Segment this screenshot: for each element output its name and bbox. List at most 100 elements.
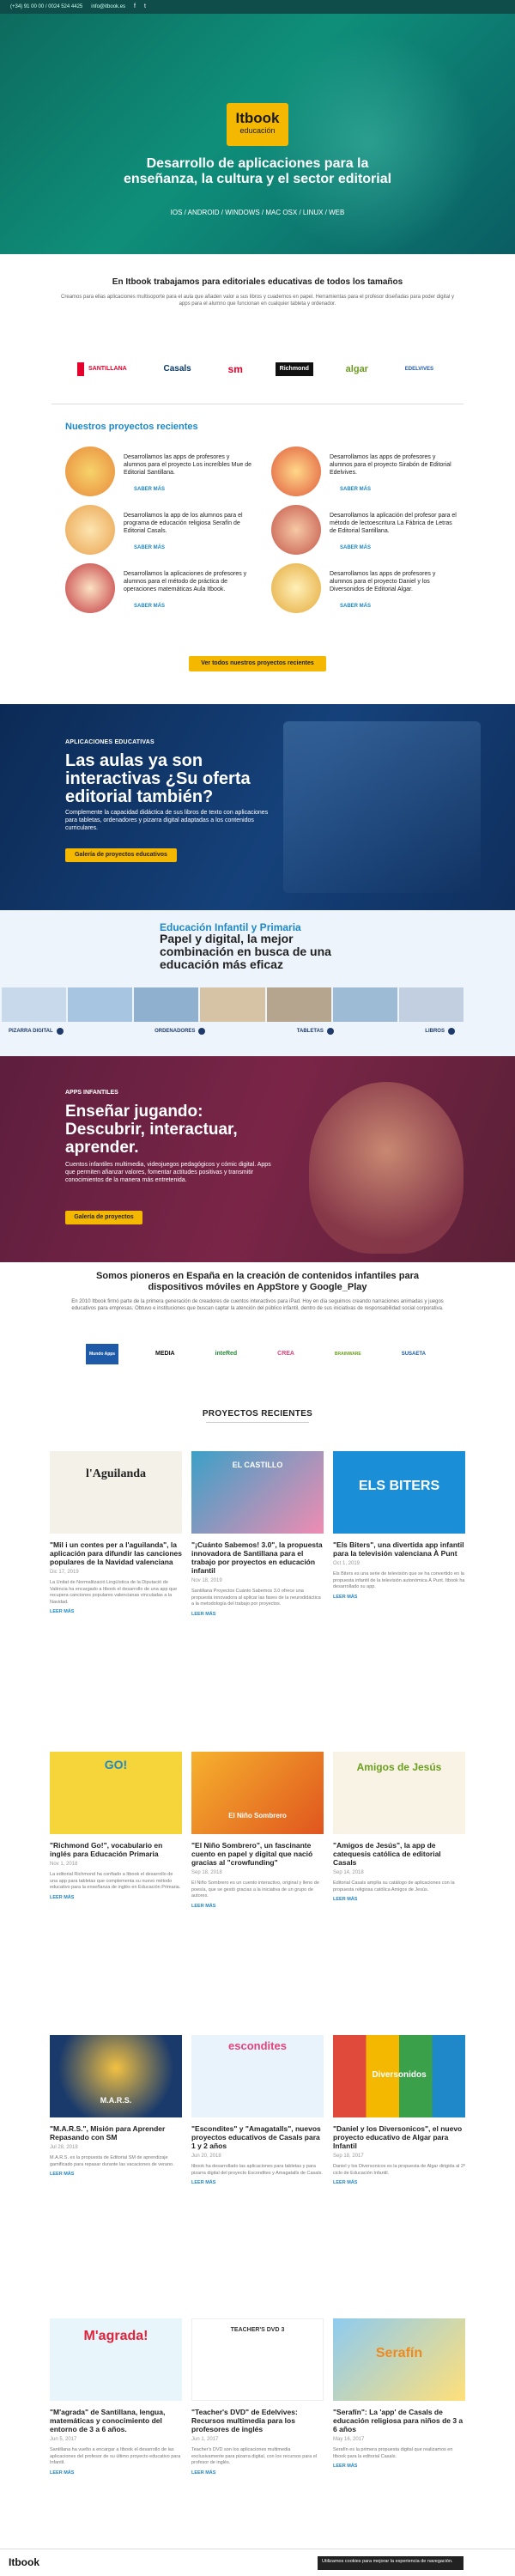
project-excerpt: Teacher's DVD son los aplicaciones multi…: [191, 2447, 318, 2466]
project-date: Sep 18, 2018: [191, 1870, 222, 1875]
project-excerpt: Editorial Casals amplía su catálogo de a…: [333, 1880, 455, 1893]
logo-word: Itbook: [235, 110, 280, 126]
saber-mas-link[interactable]: SABER MÁS: [340, 544, 371, 551]
leer-mas-link[interactable]: LEER MÁS: [50, 2470, 182, 2476]
project-card[interactable]: GO! "Richmond Go!", vocabulario en inglé…: [50, 1752, 182, 1901]
leer-mas-link[interactable]: LEER MÁS: [191, 2180, 324, 2186]
facebook-icon[interactable]: f: [134, 3, 136, 10]
leer-mas-link[interactable]: LEER MÁS: [333, 1595, 465, 1601]
project-title[interactable]: "Serafín": La 'app' de Casals de educaci…: [333, 2408, 465, 2433]
saber-mas-link[interactable]: SABER MÁS: [134, 603, 165, 610]
project-card[interactable]: El Niño Sombrero "El Niño Sombrero", un …: [191, 1752, 324, 1910]
cookie-banner[interactable]: Utilizamos cookies para mejorar la exper…: [318, 2556, 464, 2570]
recent-item[interactable]: Desarrollamos las apps de profesores y a…: [271, 447, 477, 500]
leer-mas-link[interactable]: LEER MÁS: [333, 1897, 465, 1903]
recent-item[interactable]: Desarrollamos las apps de profesores y a…: [271, 563, 477, 617]
project-title[interactable]: "¡Cuánto Sabemos! 3.0", la propuesta inn…: [191, 1540, 324, 1575]
project-title[interactable]: "Amigos de Jesús", la app de catequesis …: [333, 1841, 465, 1867]
thumbnail-title: M.A.R.S.: [100, 2096, 132, 2105]
project-title[interactable]: "M'agrada" de Santillana, lengua, matemá…: [50, 2408, 182, 2433]
project-title[interactable]: "El Niño Sombrero", un fascinante cuento…: [191, 1841, 324, 1867]
arrow-icon: [447, 1028, 455, 1035]
category-tabletas[interactable]: TABLETAS: [297, 1025, 334, 1037]
site-logo[interactable]: Itbook educación: [227, 103, 288, 146]
project-title[interactable]: "Daniel y los Diversonicos", el nuevo pr…: [333, 2124, 465, 2150]
leer-mas-link[interactable]: LEER MÁS: [50, 2172, 182, 2178]
project-card[interactable]: M'agrada! "M'agrada" de Santillana, leng…: [50, 2318, 182, 2476]
projects-title: PROYECTOS RECIENTES: [202, 1409, 313, 1419]
project-date: Nov 1, 2018: [50, 1862, 78, 1867]
award-logo: CREA: [277, 1351, 294, 1358]
saber-mas-link[interactable]: SABER MÁS: [134, 486, 165, 493]
hero-platforms: IOS / ANDROID / WINDOWS / MAC OSX / LINU…: [170, 209, 345, 216]
project-card[interactable]: ELS BITERS "Els Biters", una divertida a…: [333, 1451, 465, 1601]
recent-item-text: Desarrollamos la app de los alumnos para…: [124, 513, 243, 534]
project-title[interactable]: "Els Biters", una divertida app infantil…: [333, 1540, 465, 1558]
leer-mas-link[interactable]: LEER MÁS: [191, 2470, 324, 2476]
project-excerpt: Itbook ha desarrollado las aplicaciones …: [191, 2164, 323, 2176]
category-libros[interactable]: LIBROS: [425, 1025, 455, 1037]
footer: Itbook Utilizamos cookies para mejorar l…: [0, 2549, 515, 2576]
project-title[interactable]: "Teacher's DVD" de Edelvives: Recursos m…: [191, 2408, 324, 2433]
section-text: Cuentos infantiles multimedia, videojueg…: [65, 1162, 271, 1183]
award-logo: MEDIA: [155, 1351, 175, 1358]
client-logos: SANTILLANA Casals sm Richmond algar EDEL…: [77, 362, 438, 376]
project-date: Sep 14, 2018: [333, 1870, 364, 1875]
project-card[interactable]: EL CASTILLO "¡Cuánto Sabemos! 3.0", la p…: [191, 1451, 324, 1618]
footer-logo[interactable]: Itbook: [9, 2555, 39, 2569]
saber-mas-link[interactable]: SABER MÁS: [340, 603, 371, 610]
thumbnail-title: TEACHER'S DVD 3: [230, 2327, 285, 2333]
kids-gallery-button[interactable]: Galería de proyectos: [65, 1211, 142, 1224]
arrow-icon: [56, 1028, 64, 1035]
hero-background-image: [258, 31, 481, 254]
recent-item-text: Desarrollamos las apps de profesores y a…: [330, 454, 451, 476]
project-thumbnail: El Niño Sombrero: [191, 1752, 324, 1834]
thumbnail-title: l'Aguilanda: [85, 1467, 147, 1480]
category-label: TABLETAS: [296, 1028, 324, 1034]
recent-item[interactable]: Desarrollamos la aplicación del profesor…: [271, 505, 477, 558]
project-card[interactable]: Amigos de Jesús "Amigos de Jesús", la ap…: [333, 1752, 465, 1904]
recent-item[interactable]: Desarrollamos la app de los alumnos para…: [65, 505, 271, 558]
project-date: Jun 1, 2017: [191, 2437, 219, 2442]
project-title[interactable]: "Richmond Go!", vocabulario en inglés pa…: [50, 1841, 182, 1858]
all-projects-button[interactable]: Ver todos nuestros proyectos recientes: [189, 656, 326, 671]
project-card[interactable]: escondites "Escondites" y "Amagatalls", …: [191, 2035, 324, 2187]
leer-mas-link[interactable]: LEER MÁS: [50, 1895, 182, 1901]
project-card[interactable]: l'Aguilanda "Mil i un contes per a l'agu…: [50, 1451, 182, 1616]
project-title[interactable]: "M.A.R.S.", Misión para Aprender Repasan…: [50, 2124, 182, 2142]
project-card[interactable]: Serafín "Serafín": La 'app' de Casals de…: [333, 2318, 465, 2470]
project-date: Sep 18, 2017: [333, 2154, 364, 2159]
project-thumbnail: ELS BITERS: [333, 1451, 465, 1534]
recent-item[interactable]: Desarrollamos la aplicaciones de profeso…: [65, 563, 271, 617]
project-title[interactable]: "Mil i un contes per a l'aguilanda", la …: [50, 1540, 182, 1566]
saber-mas-link[interactable]: SABER MÁS: [134, 544, 165, 551]
leer-mas-link[interactable]: LEER MÁS: [333, 2180, 465, 2186]
category-ordenadores[interactable]: ORDENADORES: [154, 1025, 206, 1037]
project-thumbnail: M'agrada!: [50, 2318, 182, 2401]
project-excerpt: Daniel y los Diversonicos es la propuest…: [333, 2164, 465, 2176]
educational-gallery-button[interactable]: Galería de proyectos educativos: [65, 848, 177, 862]
project-illustration: [271, 563, 321, 613]
client-logo-sm: sm: [227, 362, 243, 375]
leer-mas-link[interactable]: LEER MÁS: [333, 2464, 465, 2470]
project-date: Oct 1, 2019: [333, 1561, 360, 1566]
leer-mas-link[interactable]: LEER MÁS: [191, 1612, 324, 1618]
category-pizarra[interactable]: PIZARRA DIGITAL: [9, 1025, 64, 1037]
twitter-icon[interactable]: t: [144, 3, 146, 10]
photo: [200, 987, 265, 1022]
project-excerpt: La editorial Richmond ha confiado a Itbo…: [50, 1872, 181, 1891]
project-card[interactable]: Diversonidos "Daniel y los Diversonicos"…: [333, 2035, 465, 2187]
saber-mas-link[interactable]: SABER MÁS: [340, 486, 371, 493]
leer-mas-link[interactable]: LEER MÁS: [191, 1904, 324, 1910]
project-title[interactable]: "Escondites" y "Amagatalls", nuevos proy…: [191, 2124, 324, 2150]
client-logo-santillana: SANTILLANA: [77, 362, 131, 376]
recent-item[interactable]: Desarrollamos las apps de profesores y a…: [65, 447, 271, 500]
client-logo-edelvives: EDELVIVES: [404, 366, 433, 372]
project-date: Jun 20, 2018: [191, 2154, 221, 2159]
leer-mas-link[interactable]: LEER MÁS: [50, 1609, 182, 1615]
email-link[interactable]: info@itbook.es: [91, 3, 125, 10]
photo: [2, 987, 67, 1022]
project-card[interactable]: TEACHER'S DVD 3 "Teacher's DVD" de Edelv…: [191, 2318, 324, 2476]
project-card[interactable]: M.A.R.S. "M.A.R.S.", Misión para Aprende…: [50, 2035, 182, 2178]
award-logo: inteRed: [215, 1351, 238, 1358]
